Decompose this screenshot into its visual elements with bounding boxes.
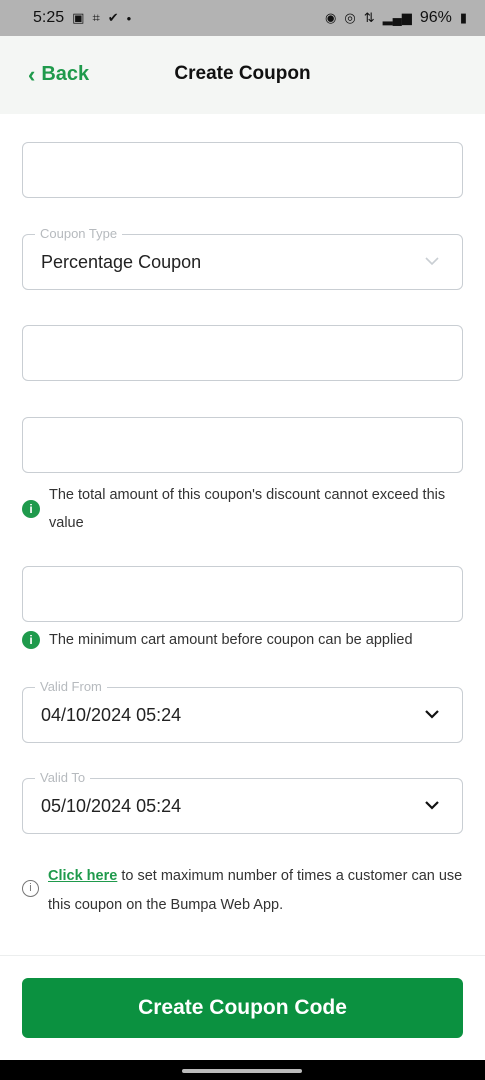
discount-value-field[interactable]: [22, 325, 463, 381]
max-discount-hint-text: The total amount of this coupon's discou…: [49, 487, 446, 531]
chevron-down-icon: [425, 257, 439, 266]
valid-from-value: 04/10/2024 05:24: [41, 705, 182, 725]
valid-from-label: Valid From: [35, 679, 107, 694]
min-cart-hint-text: The minimum cart amount before coupon ca…: [49, 632, 413, 648]
usage-limit-note: Click here to set maximum number of time…: [48, 862, 480, 920]
alarm-icon: ◉: [325, 10, 337, 25]
max-discount-field[interactable]: [22, 417, 463, 473]
status-bar: 5:25 ▣ ⌗ ✔ • ◉ ◎ ⇅ ▂▄▆ 96% ▮: [0, 0, 485, 36]
chevron-down-icon: [425, 710, 439, 719]
signal-icon: ▂▄▆: [382, 10, 412, 25]
create-coupon-button[interactable]: Create Coupon Code: [22, 978, 463, 1038]
info-icon: i: [22, 500, 40, 518]
screenshot-icon: ⌗: [92, 10, 100, 25]
min-cart-field[interactable]: [22, 566, 463, 622]
status-right: ◉ ◎ ⇅ ▂▄▆ 96% ▮: [325, 9, 467, 27]
coupon-type-label: Coupon Type: [35, 226, 123, 241]
image-icon: ▣: [72, 10, 85, 25]
chevron-down-icon: [425, 801, 439, 810]
app-header: ‹ Back Create Coupon: [0, 36, 485, 114]
valid-to-select[interactable]: Valid To 05/10/2024 05:24: [22, 770, 463, 834]
coupon-type-value: Percentage Coupon: [41, 252, 202, 272]
home-gesture-bar[interactable]: [182, 1069, 302, 1073]
battery-icon: ▮: [459, 10, 467, 25]
valid-from-select[interactable]: Valid From 04/10/2024 05:24: [22, 679, 463, 743]
status-time: 5:25: [33, 9, 65, 26]
page-title: Create Coupon: [174, 63, 311, 84]
click-here-link[interactable]: Click here: [48, 868, 117, 884]
coupon-code-field[interactable]: [22, 142, 463, 198]
data-icon: ⇅: [363, 10, 375, 25]
coupon-type-select[interactable]: Coupon Type Percentage Coupon: [22, 226, 463, 290]
valid-to-label: Valid To: [35, 770, 91, 785]
status-left: 5:25 ▣ ⌗ ✔ •: [33, 9, 131, 27]
valid-to-value: 05/10/2024 05:24: [41, 796, 182, 816]
battery-percent: 96%: [419, 9, 452, 26]
info-icon: i: [22, 631, 40, 649]
info-outline-icon: i: [22, 880, 39, 897]
footer: Create Coupon Code: [0, 955, 485, 1061]
system-nav-bar: [0, 1060, 485, 1080]
hotspot-icon: ◎: [344, 10, 356, 25]
dot-icon: •: [126, 10, 132, 26]
check-circle-icon: ✔: [107, 10, 119, 25]
